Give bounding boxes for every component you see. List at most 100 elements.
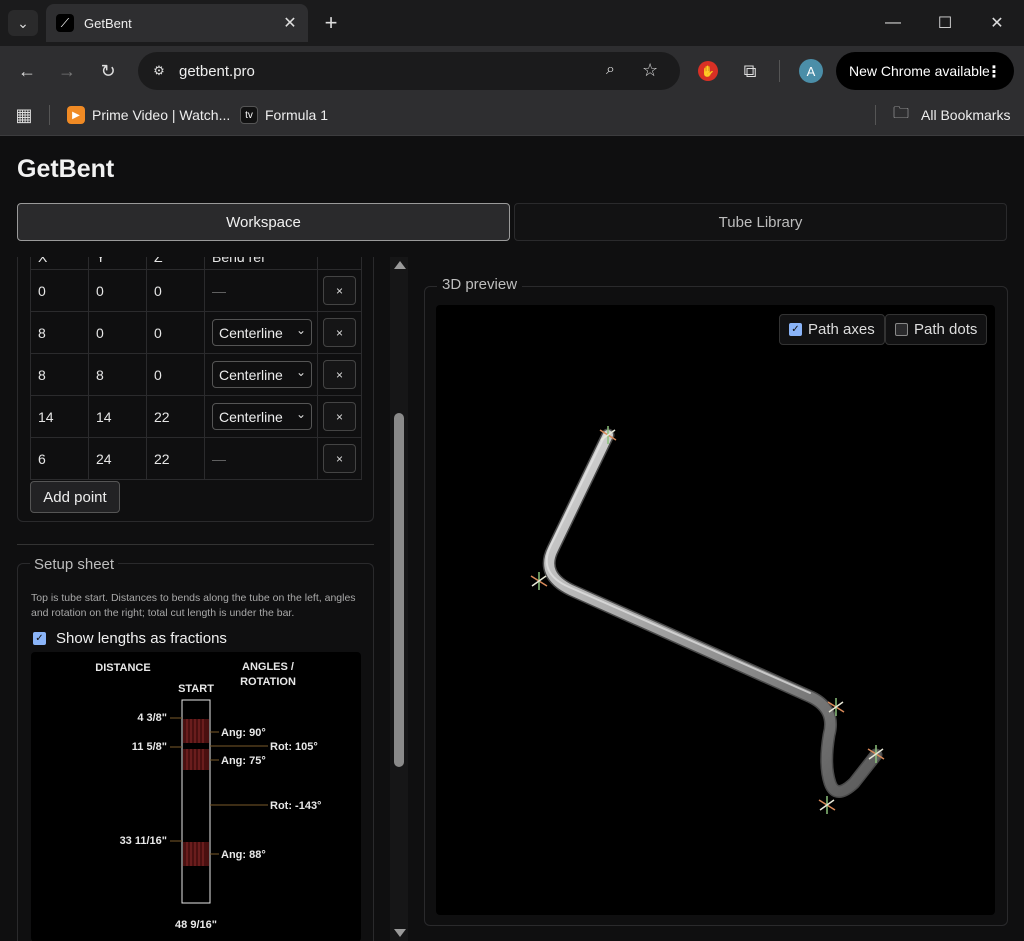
chrome-update-button[interactable]: New Chrome available ⋮ — [836, 52, 1014, 90]
cell-y[interactable]: 0 — [88, 311, 147, 354]
bend-zone-1 — [183, 719, 209, 743]
path-axes-toggle[interactable]: ✓ Path axes — [779, 314, 885, 345]
forward-arrow-icon[interactable]: → — [53, 57, 81, 85]
extension-hand-icon[interactable]: ✋ — [698, 61, 718, 81]
delete-point-button[interactable]: × — [323, 318, 356, 347]
left-column-scrollbar[interactable] — [390, 257, 408, 941]
path-dots-toggle[interactable]: Path dots — [885, 314, 988, 345]
bend-2-distance: 11 5/8" — [132, 741, 167, 753]
cell-y[interactable]: 8 — [88, 353, 147, 396]
3d-viewport[interactable]: ✓ Path axes Path dots — [436, 305, 995, 915]
update-label: New Chrome available — [849, 63, 990, 79]
column-header-x: X — [30, 257, 89, 270]
cell-y[interactable]: 24 — [88, 437, 147, 480]
path-axes-label[interactable]: Path axes — [808, 321, 875, 338]
bend-2-rotation: Rot: -143° — [270, 800, 321, 812]
setup-sheet-description: Top is tube start. Distances to bends al… — [31, 592, 356, 619]
browser-tab[interactable]: ⟋ GetBent ✕ — [46, 4, 308, 42]
bend-ref-select[interactable]: Centerline ⌄ — [212, 361, 312, 388]
table-row: 8 0 0 Centerline ⌄ × — [30, 311, 362, 354]
delete-point-button[interactable]: × — [323, 360, 356, 389]
path-axes-checkbox[interactable]: ✓ — [789, 323, 802, 336]
delete-point-button[interactable]: × — [323, 276, 356, 305]
profile-avatar[interactable]: A — [799, 59, 823, 83]
delete-point-button[interactable]: × — [323, 402, 356, 431]
scrollbar-thumb[interactable] — [394, 413, 404, 767]
browser-toolbar: ← → ↻ ⚙ getbent.pro ⌕ ☆ ✋ ⧉ A New Chrome… — [0, 46, 1024, 96]
setup-sheet-svg: DISTANCE ANGLES / ROTATION START 4 3/8" … — [95, 661, 321, 931]
path-dots-label[interactable]: Path dots — [914, 321, 977, 338]
bookmarks-separator — [49, 105, 50, 125]
back-arrow-icon[interactable]: ← — [13, 57, 41, 85]
toolbar-separator — [779, 60, 780, 82]
scroll-up-arrow-icon[interactable] — [394, 261, 406, 269]
all-bookmarks-button[interactable]: 🗀 All Bookmarks — [893, 104, 1010, 126]
apps-grid-icon[interactable]: ▦ — [14, 105, 34, 125]
minimize-button[interactable]: — — [873, 8, 913, 38]
cell-z[interactable]: 0 — [146, 353, 205, 396]
app-title: GetBent — [17, 155, 115, 183]
new-tab-button[interactable]: + — [318, 10, 344, 36]
close-window-button[interactable]: ✕ — [977, 8, 1017, 38]
bookmarks-separator — [875, 105, 876, 125]
column-header-z: Z — [146, 257, 205, 270]
cell-z[interactable]: 0 — [146, 269, 205, 312]
bend-3-angle: Ang: 88° — [221, 849, 266, 861]
extensions-puzzle-icon[interactable]: ⧉ — [738, 59, 762, 83]
tab-tube-library[interactable]: Tube Library — [514, 203, 1007, 241]
fractions-checkbox[interactable]: ✓ — [33, 632, 46, 645]
bookmark-label: Prime Video | Watch... — [92, 107, 231, 123]
fractions-label[interactable]: Show lengths as fractions — [56, 630, 227, 647]
cell-y[interactable]: 0 — [88, 269, 147, 312]
tube-3d-render[interactable] — [436, 305, 995, 915]
reload-icon[interactable]: ↻ — [94, 57, 122, 85]
bend-2-angle: Ang: 75° — [221, 755, 266, 767]
getbent-favicon-icon: ⟋ — [56, 14, 74, 32]
axis-marker-bend-1 — [530, 572, 548, 590]
bend-ref-select[interactable]: Centerline ⌄ — [212, 319, 312, 346]
address-bar[interactable]: ⚙ getbent.pro ⌕ ☆ — [138, 52, 680, 90]
preview-panel: 3D preview ✓ Path axes Path dots — [424, 276, 1008, 926]
preview-legend: 3D preview — [437, 276, 523, 293]
cell-x[interactable]: 8 — [30, 311, 89, 354]
prime-video-icon: ▶ — [67, 106, 85, 124]
table-row: 8 8 0 Centerline ⌄ × — [30, 353, 362, 396]
cell-z[interactable]: 22 — [146, 395, 205, 438]
zoom-icon[interactable]: ⌕ — [606, 61, 626, 81]
close-tab-icon[interactable]: ✕ — [280, 13, 300, 33]
more-menu-icon[interactable]: ⋮ — [986, 62, 1002, 82]
bend-ref-select[interactable]: Centerline ⌄ — [212, 403, 312, 430]
setup-sheet-legend: Setup sheet — [30, 556, 119, 573]
url-text[interactable]: getbent.pro — [179, 63, 255, 80]
points-panel: X Y Z Bend ref 0 0 0 — × 8 0 0 Centerlin… — [17, 257, 374, 522]
tab-workspace[interactable]: Workspace — [17, 203, 510, 241]
add-point-button[interactable]: Add point — [30, 481, 120, 513]
cell-x[interactable]: 8 — [30, 353, 89, 396]
cell-z[interactable]: 0 — [146, 311, 205, 354]
scroll-down-arrow-icon[interactable] — [394, 929, 406, 937]
bend-zone-3 — [183, 842, 209, 866]
path-dots-checkbox[interactable] — [895, 323, 908, 336]
table-row: 14 14 22 Centerline ⌄ × — [30, 395, 362, 438]
delete-point-button[interactable]: × — [323, 444, 356, 473]
maximize-button[interactable]: ☐ — [925, 8, 965, 38]
bend-1-angle: Ang: 90° — [221, 727, 266, 739]
cell-x[interactable]: 6 — [30, 437, 89, 480]
site-settings-icon[interactable]: ⚙ — [150, 62, 168, 80]
setup-sheet-diagram: DISTANCE ANGLES / ROTATION START 4 3/8" … — [31, 652, 361, 941]
section-divider — [17, 544, 374, 545]
bookmark-formula-1[interactable]: tv Formula 1 — [240, 104, 328, 126]
bookmark-prime-video[interactable]: ▶ Prime Video | Watch... — [67, 104, 230, 126]
table-row: 0 0 0 — × — [30, 269, 362, 312]
cell-x[interactable]: 0 — [30, 269, 89, 312]
cell-x[interactable]: 14 — [30, 395, 89, 438]
cell-y[interactable]: 14 — [88, 395, 147, 438]
tab-search-button[interactable]: ⌄ — [8, 10, 38, 36]
table-row: 6 24 22 — × — [30, 437, 362, 480]
chevron-down-icon: ⌄ — [295, 323, 306, 337]
bend-zone-2 — [183, 749, 209, 770]
fractions-toggle[interactable]: ✓ Show lengths as fractions — [33, 630, 227, 647]
bookmark-star-icon[interactable]: ☆ — [642, 60, 662, 80]
chevron-down-icon: ⌄ — [295, 365, 306, 379]
cell-z[interactable]: 22 — [146, 437, 205, 480]
